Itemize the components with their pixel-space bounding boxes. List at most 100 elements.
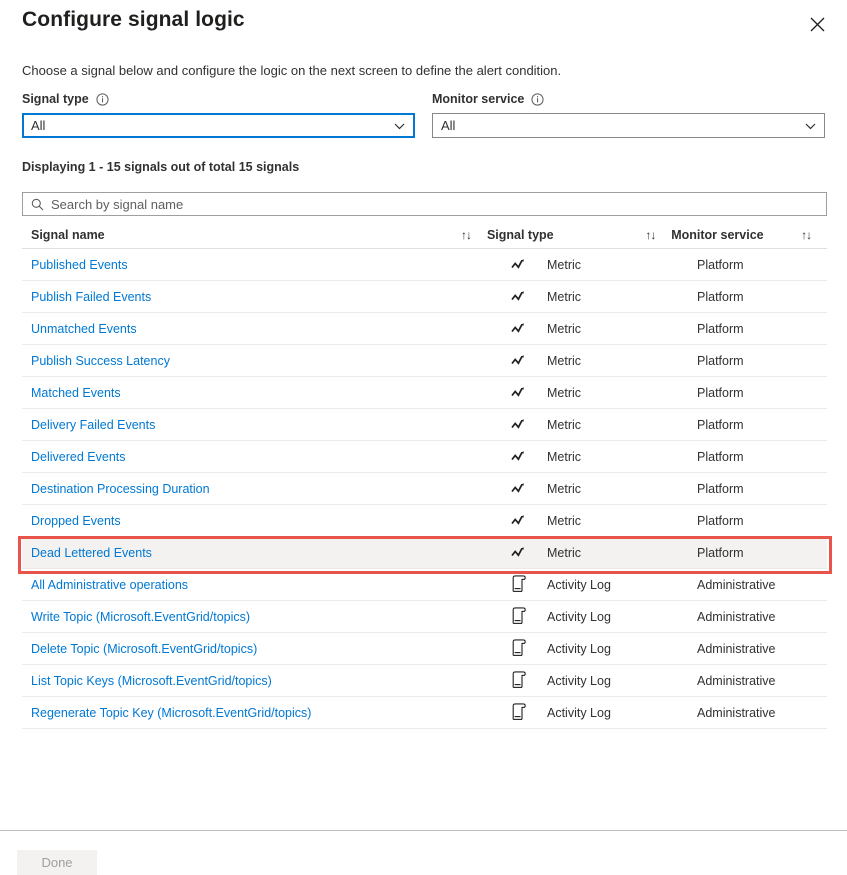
displaying-count: Displaying 1 - 15 signals out of total 1… [22,160,299,174]
signal-name-link[interactable]: Publish Failed Events [22,290,511,304]
signal-name-link[interactable]: List Topic Keys (Microsoft.EventGrid/top… [22,674,511,688]
signal-type-filter: Signal type All [22,90,415,138]
search-icon [31,198,44,211]
metric-line-chart-icon [511,482,547,495]
signal-name-link[interactable]: Dead Lettered Events [22,546,511,560]
signal-name-link[interactable]: Delete Topic (Microsoft.EventGrid/topics… [22,642,511,656]
sort-updown-icon: ↑↓ [801,229,811,241]
table-row[interactable]: Delete Topic (Microsoft.EventGrid/topics… [22,633,827,665]
signal-type-value: Metric [547,354,697,368]
signal-type-value: Activity Log [547,578,697,592]
activity-log-scroll-icon [511,575,547,594]
metric-line-chart-icon [511,514,547,527]
table-row[interactable]: Regenerate Topic Key (Microsoft.EventGri… [22,697,827,729]
chevron-down-icon [804,119,817,132]
metric-line-chart-icon [511,546,547,559]
monitor-service-value: Platform [697,322,817,336]
monitor-service-value: Platform [697,546,817,560]
signal-name-link[interactable]: Destination Processing Duration [22,482,511,496]
activity-log-scroll-icon [511,703,547,722]
sort-signal-type-button[interactable]: ↑↓ [629,229,671,241]
table-row[interactable]: Dead Lettered EventsMetricPlatform [22,537,827,569]
table-row[interactable]: Unmatched Events MetricPlatform [22,313,827,345]
sort-monitor-service-button[interactable]: ↑↓ [785,229,827,241]
signal-type-value: All [31,119,45,132]
signal-type-label: Signal type [22,90,89,108]
table-row[interactable]: Delivery Failed Events MetricPlatform [22,409,827,441]
activity-log-scroll-icon [511,607,547,626]
signal-type-value: Activity Log [547,642,697,656]
monitor-service-value: Platform [697,418,817,432]
signal-name-link[interactable]: Unmatched Events [22,322,511,336]
activity-log-scroll-icon [511,671,547,690]
signal-name-link[interactable]: Dropped Events [22,514,511,528]
monitor-service-value: Administrative [697,642,817,656]
signal-name-link[interactable]: Write Topic (Microsoft.EventGrid/topics) [22,610,511,624]
search-box[interactable] [22,192,827,216]
signal-type-value: Activity Log [547,610,697,624]
metric-line-chart-icon [511,418,547,431]
table-row[interactable]: Write Topic (Microsoft.EventGrid/topics)… [22,601,827,633]
table-row[interactable]: Dropped Events MetricPlatform [22,505,827,537]
table-row[interactable]: Delivered Events MetricPlatform [22,441,827,473]
table-row[interactable]: Matched Events MetricPlatform [22,377,827,409]
signal-type-value: Metric [547,418,697,432]
monitor-service-value: All [441,119,455,132]
table-row[interactable]: All Administrative operations Activity Lo… [22,569,827,601]
metric-line-chart-icon [511,354,547,367]
signal-type-dropdown[interactable]: All [22,113,415,138]
monitor-service-value: Platform [697,290,817,304]
sort-signal-name-button[interactable]: ↑↓ [445,229,487,241]
signal-table: Signal name ↑↓ Signal type ↑↓ Monitor se… [22,222,827,729]
metric-line-chart-icon [511,450,547,463]
column-header-signal-type: Signal type [487,228,629,242]
metric-line-chart-icon [511,290,547,303]
table-row[interactable]: Publish Failed EventsMetricPlatform [22,281,827,313]
monitor-service-value: Platform [697,258,817,272]
monitor-service-value: Platform [697,450,817,464]
info-icon[interactable] [531,93,544,106]
metric-line-chart-icon [511,322,547,335]
signal-name-link[interactable]: Delivery Failed Events [22,418,511,432]
done-button[interactable]: Done [17,850,97,875]
signal-name-link[interactable]: All Administrative operations [22,578,511,592]
table-header-row: Signal name ↑↓ Signal type ↑↓ Monitor se… [22,222,827,249]
monitor-service-value: Administrative [697,706,817,720]
column-header-signal-name: Signal name [22,228,445,242]
signal-name-link[interactable]: Regenerate Topic Key (Microsoft.EventGri… [22,706,511,720]
monitor-service-value: Platform [697,514,817,528]
monitor-service-dropdown[interactable]: All [432,113,825,138]
table-row[interactable]: Publish Success Latency MetricPlatform [22,345,827,377]
info-icon[interactable] [96,93,109,106]
close-button[interactable] [801,8,833,40]
monitor-service-label-row: Monitor service [432,90,825,108]
signal-type-value: Metric [547,450,697,464]
metric-line-chart-icon [511,386,547,399]
monitor-service-filter: Monitor service All [432,90,825,138]
signal-type-value: Activity Log [547,674,697,688]
table-row[interactable]: Published Events MetricPlatform [22,249,827,281]
search-input[interactable] [51,197,818,212]
blade-header: Configure signal logic [0,0,847,52]
column-header-monitor-service: Monitor service [671,228,785,242]
signal-type-value: Metric [547,386,697,400]
signal-type-value: Metric [547,514,697,528]
signal-name-link[interactable]: Publish Success Latency [22,354,511,368]
monitor-service-value: Platform [697,482,817,496]
signal-type-value: Metric [547,482,697,496]
footer-divider [0,830,847,831]
table-row[interactable]: List Topic Keys (Microsoft.EventGrid/top… [22,665,827,697]
signal-name-link[interactable]: Delivered Events [22,450,511,464]
signal-name-link[interactable]: Matched Events [22,386,511,400]
chevron-down-icon [393,119,406,132]
metric-line-chart-icon [511,258,547,271]
signal-type-value: Metric [547,322,697,336]
monitor-service-value: Platform [697,386,817,400]
signal-name-link[interactable]: Published Events [22,258,511,272]
signal-type-value: Metric [547,258,697,272]
signal-type-label-row: Signal type [22,90,415,108]
monitor-service-value: Administrative [697,578,817,592]
monitor-service-value: Platform [697,354,817,368]
table-row[interactable]: Destination Processing Duration MetricPla… [22,473,827,505]
close-icon [810,17,825,32]
